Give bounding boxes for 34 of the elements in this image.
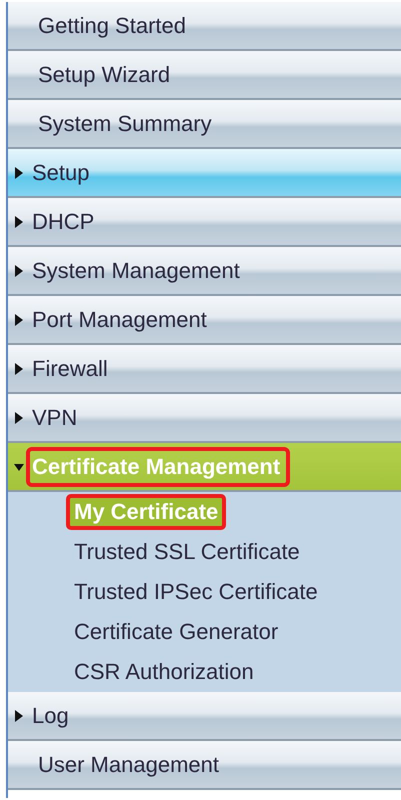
nav-item[interactable]: Getting Started xyxy=(8,2,401,51)
nav-group-label: Setup xyxy=(31,158,90,187)
nav-group[interactable]: Port Management xyxy=(8,296,401,345)
nav-group-label: VPN xyxy=(31,404,78,432)
caret-right-icon xyxy=(14,166,24,178)
caret-right-icon xyxy=(14,314,24,326)
submenu-item[interactable]: Trusted IPSec Certificate xyxy=(66,574,326,610)
nav-group[interactable]: DHCP xyxy=(8,198,401,247)
submenu-item[interactable]: Trusted SSL Certificate xyxy=(66,534,308,570)
nav-item[interactable]: System Summary xyxy=(8,100,401,149)
caret-right-icon xyxy=(14,362,24,374)
nav-group[interactable]: VPN xyxy=(8,394,401,443)
caret-right-icon xyxy=(14,216,24,228)
nav-item-label: Getting Started xyxy=(37,12,187,40)
nav-group-label: Certificate Management xyxy=(26,446,290,486)
nav-group-label: Firewall xyxy=(31,354,109,382)
submenu-item[interactable]: Certificate Generator xyxy=(66,614,286,650)
nav-group-label: DHCP xyxy=(31,208,96,236)
nav-group-label: Port Management xyxy=(31,306,208,334)
nav-group[interactable]: Setup xyxy=(8,149,401,198)
nav-group-label: Log xyxy=(31,702,70,730)
nav-item-label: System Summary xyxy=(37,110,213,138)
nav-group[interactable]: Firewall xyxy=(8,345,401,394)
submenu-item[interactable]: CSR Authorization xyxy=(66,654,262,690)
nav-item[interactable]: Setup Wizard xyxy=(8,51,401,100)
nav-item-label: User Management xyxy=(37,750,220,779)
caret-right-icon xyxy=(14,264,24,276)
nav-item[interactable]: User Management xyxy=(8,741,401,790)
nav-group[interactable]: Log xyxy=(8,692,401,741)
nav-group-label: System Management xyxy=(31,256,241,285)
nav-item-label: Setup Wizard xyxy=(37,60,172,89)
caret-right-icon xyxy=(14,412,24,424)
nav-group[interactable]: System Management xyxy=(8,247,401,296)
caret-right-icon xyxy=(14,710,24,722)
